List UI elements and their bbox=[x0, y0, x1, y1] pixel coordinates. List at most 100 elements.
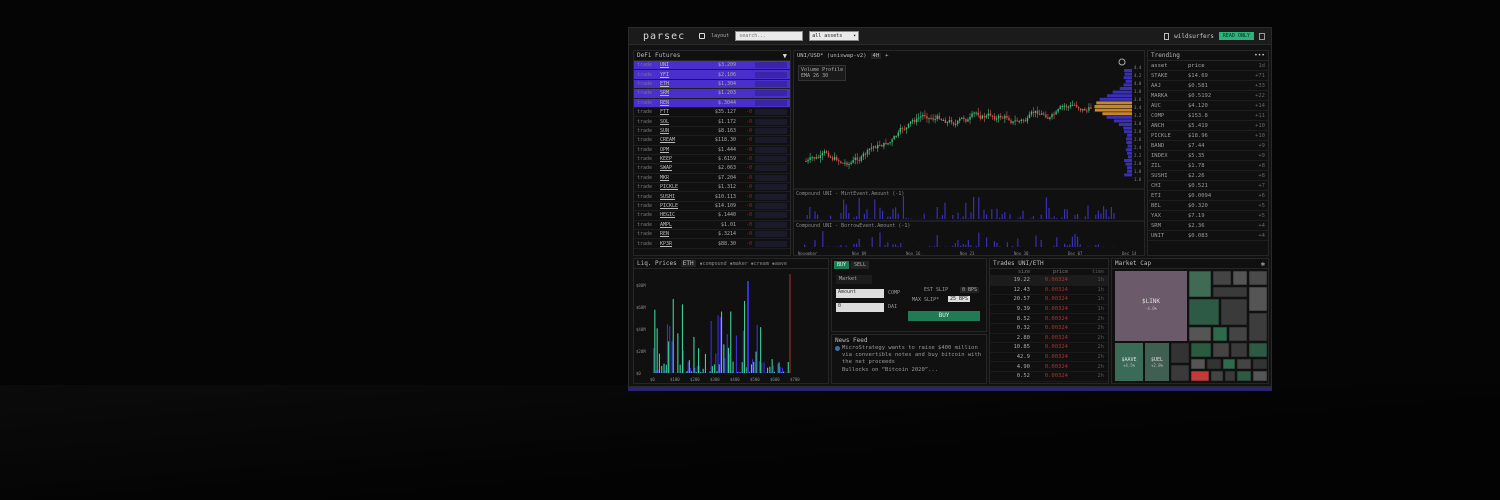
trending-row[interactable]: ZIL $1.78 +8 bbox=[1148, 161, 1268, 171]
defi-row[interactable]: trade ETH $1,304 bbox=[634, 79, 790, 90]
trending-row[interactable]: PICKLE $18.96 +10 bbox=[1148, 131, 1268, 141]
trade-button[interactable]: trade bbox=[634, 175, 656, 181]
total-input[interactable]: 0 bbox=[836, 303, 884, 312]
col-asset[interactable]: asset bbox=[1148, 63, 1188, 69]
trending-row[interactable]: ANCH $5.419 +10 bbox=[1148, 121, 1268, 131]
trending-row[interactable]: SUSHI $2.26 +8 bbox=[1148, 171, 1268, 181]
asset-symbol[interactable]: HEGIC bbox=[656, 212, 688, 218]
trending-row[interactable]: ETI $0.0094 +6 bbox=[1148, 191, 1268, 201]
col-1d[interactable]: 1d bbox=[1232, 63, 1268, 69]
defi-row[interactable]: trade KEEP $.6159 -0 bbox=[634, 155, 790, 165]
max-slip-select[interactable]: 25 BPS bbox=[948, 296, 971, 302]
lock-icon[interactable] bbox=[699, 33, 706, 39]
asset-symbol[interactable]: SRM bbox=[656, 90, 688, 96]
more-icon[interactable]: ••• bbox=[1254, 52, 1265, 59]
trade-button[interactable]: trade bbox=[634, 90, 656, 96]
buy-tab[interactable]: BUY bbox=[834, 261, 850, 269]
settings-icon[interactable] bbox=[1118, 58, 1126, 66]
defi-row[interactable]: trade KP3R $88.30 -0 bbox=[634, 239, 790, 249]
asset-symbol[interactable]: KEEP bbox=[656, 156, 688, 162]
defi-row[interactable]: trade OPM $1.444 -0 bbox=[634, 146, 790, 155]
filter-icon[interactable]: ▼ bbox=[783, 52, 787, 60]
trade-button[interactable]: trade bbox=[634, 147, 656, 153]
trade-button[interactable]: trade bbox=[634, 137, 656, 143]
trending-row[interactable]: COMP $153.8 +11 bbox=[1148, 111, 1268, 121]
asset-symbol[interactable]: ETH bbox=[656, 81, 688, 87]
search-input[interactable] bbox=[735, 31, 804, 41]
trade-button[interactable]: trade bbox=[634, 81, 656, 87]
asset-symbol[interactable]: KP3R bbox=[656, 241, 688, 247]
trending-row[interactable]: AAJ $0.581 +33 bbox=[1148, 81, 1268, 91]
defi-row[interactable]: trade PICKLE $14.109 -0 bbox=[634, 202, 790, 212]
liq-token[interactable]: ETH bbox=[680, 260, 696, 267]
read-only-badge[interactable]: READ ONLY bbox=[1218, 32, 1254, 40]
trade-button[interactable]: trade bbox=[634, 241, 656, 247]
defi-row[interactable]: trade REN $.3214 -0 bbox=[634, 230, 790, 240]
asset-symbol[interactable]: OPM bbox=[656, 147, 688, 153]
trending-row[interactable]: INDEX $5.35 +9 bbox=[1148, 151, 1268, 161]
trade-button[interactable]: trade bbox=[634, 222, 656, 228]
trade-button[interactable]: trade bbox=[634, 231, 656, 237]
defi-row[interactable]: trade REN $.3044 bbox=[634, 98, 790, 108]
asset-symbol[interactable]: PICKLE bbox=[656, 184, 688, 190]
defi-row[interactable]: trade SRM $1.203 bbox=[634, 89, 790, 99]
trade-button[interactable]: trade bbox=[634, 203, 656, 209]
defi-row[interactable]: trade UNI $3.209 bbox=[634, 61, 790, 71]
trade-button[interactable]: trade bbox=[634, 62, 656, 68]
trade-button[interactable]: trade bbox=[634, 156, 656, 162]
defi-row[interactable]: trade YFI $2,106 bbox=[634, 70, 790, 80]
asset-symbol[interactable]: SOL bbox=[656, 119, 688, 125]
trending-row[interactable]: SRM $2.36 +4 bbox=[1148, 221, 1268, 231]
trending-row[interactable]: BEL $0.320 +5 bbox=[1148, 201, 1268, 211]
asset-symbol[interactable]: PICKLE bbox=[656, 203, 688, 209]
defi-row[interactable]: trade HEGIC $.1440 -0 bbox=[634, 211, 790, 221]
trade-button[interactable]: trade bbox=[634, 72, 656, 78]
defi-row[interactable]: trade MKR $7.204 -0 bbox=[634, 174, 790, 184]
gear-icon[interactable]: ✲ bbox=[1261, 260, 1265, 268]
asset-symbol[interactable]: YFI bbox=[656, 72, 688, 78]
asset-symbol[interactable]: SWAP bbox=[656, 165, 688, 171]
asset-select[interactable]: all assets ▾ bbox=[809, 31, 860, 41]
trending-row[interactable]: AUC $4.120 +14 bbox=[1148, 101, 1268, 111]
trending-row[interactable]: STAKE $14.69 +71 bbox=[1148, 71, 1268, 81]
trade-button[interactable]: trade bbox=[634, 194, 656, 200]
defi-row[interactable]: trade CREAM $118.30 -0 bbox=[634, 136, 790, 146]
news-item[interactable]: MicroStrategy wants to raise $400 millio… bbox=[832, 345, 986, 366]
defi-row[interactable]: trade SUN $8.163 -0 bbox=[634, 127, 790, 137]
file-icon[interactable] bbox=[1164, 32, 1170, 40]
trade-button[interactable]: trade bbox=[634, 165, 656, 171]
submit-buy-button[interactable]: BUY bbox=[908, 311, 980, 321]
defi-row[interactable]: trade FTT $35.127 -0 bbox=[634, 108, 790, 118]
defi-row[interactable]: trade AMPL $1.01 -0 bbox=[634, 221, 790, 231]
order-type[interactable]: Market bbox=[836, 275, 872, 284]
defi-row[interactable]: trade SWAP $2.063 -0 bbox=[634, 164, 790, 174]
asset-symbol[interactable]: REN bbox=[656, 100, 688, 106]
amount-input[interactable]: Amount bbox=[836, 289, 884, 298]
trending-row[interactable]: YAX $7.19 +5 bbox=[1148, 211, 1268, 221]
news-item[interactable]: Bullocks on “Bitcoin 2020”... bbox=[832, 366, 986, 375]
col-price[interactable]: price bbox=[1188, 63, 1232, 69]
asset-symbol[interactable]: UNI bbox=[656, 62, 688, 68]
defi-row[interactable]: trade SOL $1.172 -0 bbox=[634, 117, 790, 127]
trade-button[interactable]: trade bbox=[634, 128, 656, 134]
menu-icon[interactable] bbox=[1259, 32, 1265, 40]
market-cap-treemap[interactable]: $LINK -4.0% $AAVE +4.5% $UEL +2.8% bbox=[1112, 269, 1269, 384]
asset-symbol[interactable]: SUSHI bbox=[656, 194, 688, 200]
asset-symbol[interactable]: CREAM bbox=[656, 137, 688, 143]
liq-chart-svg[interactable]: $80M $60M $40M $20M $0 $0 $100 $200 $300 $400 $500… bbox=[634, 269, 829, 384]
trending-row[interactable]: UNIT $0.083 +4 bbox=[1148, 231, 1268, 241]
asset-symbol[interactable]: REN bbox=[656, 231, 688, 237]
trade-button[interactable]: trade bbox=[634, 119, 656, 125]
trending-row[interactable]: MARKA $0.5192 +22 bbox=[1148, 91, 1268, 101]
layout-label[interactable]: layout bbox=[711, 33, 729, 39]
trade-button[interactable]: trade bbox=[634, 109, 656, 115]
asset-symbol[interactable]: SUN bbox=[656, 128, 688, 134]
username[interactable]: wildsurfers bbox=[1174, 33, 1214, 40]
trade-button[interactable]: trade bbox=[634, 184, 656, 190]
trade-button[interactable]: trade bbox=[634, 212, 656, 218]
trending-row[interactable]: CHI $0.521 +7 bbox=[1148, 181, 1268, 191]
defi-row[interactable]: trade SUSHI $10.113 -0 bbox=[634, 192, 790, 202]
trade-button[interactable]: trade bbox=[634, 100, 656, 106]
asset-symbol[interactable]: AMPL bbox=[656, 222, 688, 228]
asset-symbol[interactable]: FTT bbox=[656, 109, 688, 115]
